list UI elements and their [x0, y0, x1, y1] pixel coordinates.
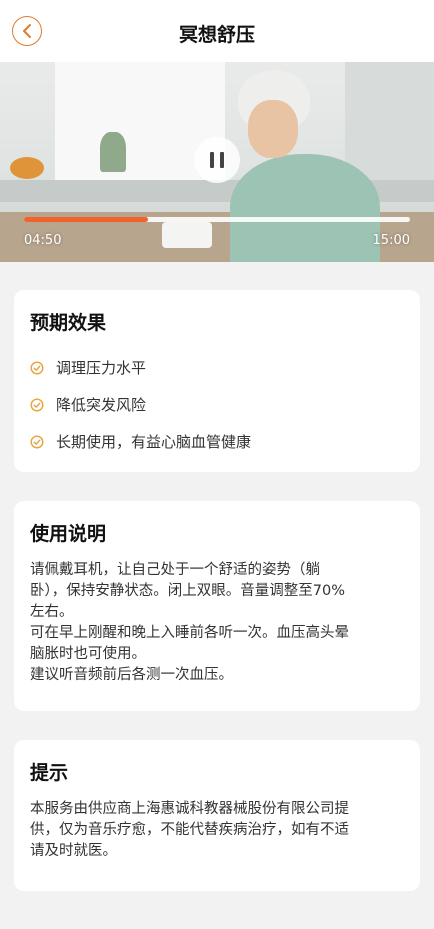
pause-icon-bar	[220, 152, 224, 168]
instructions-line: 左右。	[30, 604, 74, 620]
effect-item-label: 调理压力水平	[56, 359, 147, 377]
instructions-line: 脑胀时也可使用。	[30, 646, 146, 662]
effect-item-label: 长期使用，有益心脑血管健康	[56, 433, 252, 451]
check-circle-icon	[30, 435, 44, 449]
tips-line: 请及时就医。	[30, 843, 117, 859]
video-frame-plant	[100, 132, 126, 172]
tips-text: 本服务由供应商上海惠诚科教器械股份有限公司提 供，仅为音乐疗愈，不能代替疾病治疗…	[30, 799, 406, 862]
effect-item-label: 降低突发风险	[56, 396, 147, 414]
pause-button[interactable]	[194, 137, 240, 183]
effects-card: 预期效果 调理压力水平 降低突发风险 长期使用，有益心脑血管健康	[14, 290, 420, 472]
video-player[interactable]: 04:50 15:00	[0, 62, 434, 262]
page-title: 冥想舒压	[178, 24, 255, 46]
total-time: 15:00	[372, 233, 410, 248]
effects-title: 预期效果	[30, 312, 107, 334]
instructions-line: 请佩戴耳机，让自己处于一个舒适的姿势（躺	[30, 562, 320, 578]
video-frame-device	[162, 222, 212, 248]
progress-fill	[24, 217, 149, 222]
video-frame-person-body	[230, 154, 380, 262]
tips-title: 提示	[30, 762, 69, 784]
progress-bar[interactable]	[24, 217, 410, 222]
instructions-card: 使用说明 请佩戴耳机，让自己处于一个舒适的姿势（躺 卧），保持安静状态。闭上双眼…	[14, 501, 420, 711]
instructions-text: 请佩戴耳机，让自己处于一个舒适的姿势（躺 卧），保持安静状态。闭上双眼。音量调整…	[30, 560, 406, 686]
current-time: 04:50	[24, 233, 62, 248]
instructions-title: 使用说明	[30, 523, 107, 545]
instructions-line: 卧），保持安静状态。闭上双眼。音量调整至70%	[30, 583, 345, 599]
check-circle-icon	[30, 361, 44, 375]
check-circle-icon	[30, 398, 44, 412]
instructions-line: 可在早上刚醒和晚上入睡前各听一次。血压高头晕	[30, 625, 349, 641]
video-frame-person-face	[248, 100, 298, 158]
video-frame-fruit	[10, 157, 44, 179]
tips-line: 供，仅为音乐疗愈，不能代替疾病治疗，如有不适	[30, 822, 349, 838]
instructions-line: 建议听音频前后各测一次血压。	[30, 667, 233, 683]
app-header: 冥想舒压	[0, 0, 434, 62]
tips-line: 本服务由供应商上海惠诚科教器械股份有限公司提	[30, 801, 349, 817]
tips-card: 提示 本服务由供应商上海惠诚科教器械股份有限公司提 供，仅为音乐疗愈，不能代替疾…	[14, 740, 420, 891]
pause-icon	[210, 152, 214, 168]
